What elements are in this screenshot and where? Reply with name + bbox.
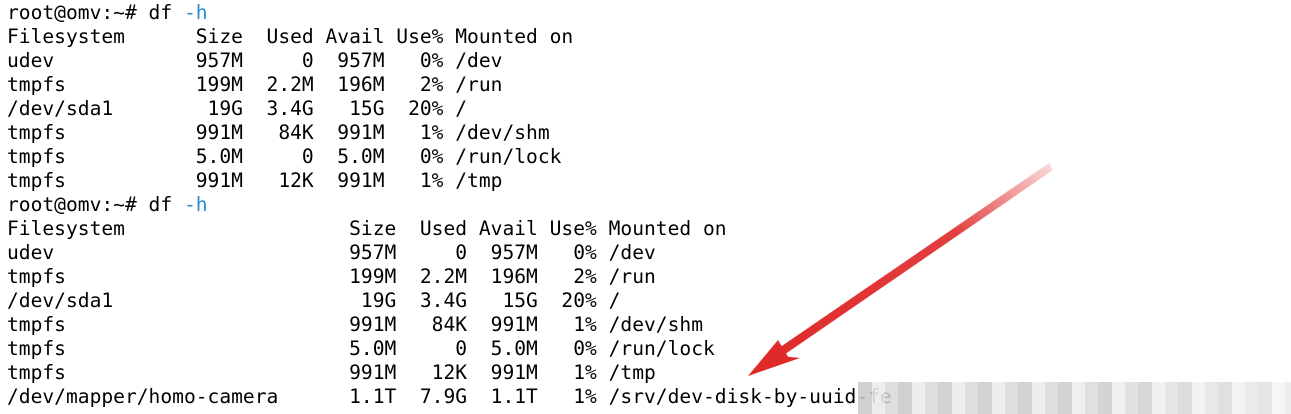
table-row: tmpfs 5.0M 0 5.0M 0% /run/lock — [7, 145, 1291, 169]
terminal-line-text: tmpfs 5.0M 0 5.0M 0% /run/lock — [7, 145, 562, 168]
table-row: /dev/sda1 19G 3.4G 15G 20% / — [7, 97, 1291, 121]
terminal-line: root@omv:~# df -h — [7, 1, 1291, 25]
terminal-line-text: udev 957M 0 957M 0% /dev — [7, 49, 503, 72]
command-flag: -h — [183, 1, 208, 24]
table-row: tmpfs 5.0M 0 5.0M 0% /run/lock — [7, 337, 1291, 361]
table-row: /dev/sda1 19G 3.4G 15G 20% / — [7, 289, 1291, 313]
terminal-line-text: /dev/mapper/homo-camera 1.1T 7.9G 1.1T 1… — [7, 385, 892, 408]
table-row: tmpfs 991M 12K 991M 1% /tmp — [7, 169, 1291, 193]
pixelated-redaction — [858, 382, 1291, 414]
terminal-line-text: root@omv:~# df — [7, 193, 184, 216]
terminal-line-text: /dev/sda1 19G 3.4G 15G 20% / — [7, 97, 468, 120]
terminal-line-text: tmpfs 991M 84K 991M 1% /dev/shm — [7, 313, 703, 336]
table-row: tmpfs 991M 84K 991M 1% /dev/shm — [7, 121, 1291, 145]
terminal-line-text: tmpfs 991M 12K 991M 1% /tmp — [7, 361, 656, 384]
table-row: tmpfs 991M 84K 991M 1% /dev/shm — [7, 313, 1291, 337]
terminal-line-text: Filesystem Size Used Avail Use% Mounted … — [7, 217, 727, 240]
terminal-line-text: tmpfs 991M 84K 991M 1% /dev/shm — [7, 121, 550, 144]
table-header: Filesystem Size Used Avail Use% Mounted … — [7, 217, 1291, 241]
table-row: udev 957M 0 957M 0% /dev — [7, 241, 1291, 265]
terminal-line-text: tmpfs 199M 2.2M 196M 2% /run — [7, 73, 503, 96]
terminal-line-text: /dev/sda1 19G 3.4G 15G 20% / — [7, 289, 621, 312]
table-row: tmpfs 199M 2.2M 196M 2% /run — [7, 73, 1291, 97]
terminal-line-text: udev 957M 0 957M 0% /dev — [7, 241, 656, 264]
table-row: tmpfs 199M 2.2M 196M 2% /run — [7, 265, 1291, 289]
terminal-line-text: Filesystem Size Used Avail Use% Mounted … — [7, 25, 574, 48]
command-flag: -h — [183, 193, 208, 216]
terminal-window[interactable]: root@omv:~# df -h Filesystem Size Used A… — [0, 0, 1291, 414]
table-row: udev 957M 0 957M 0% /dev — [7, 49, 1291, 73]
terminal-line-text: tmpfs 991M 12K 991M 1% /tmp — [7, 169, 503, 192]
terminal-line-text: root@omv:~# df — [7, 1, 184, 24]
table-header: Filesystem Size Used Avail Use% Mounted … — [7, 25, 1291, 49]
terminal-line-text: tmpfs 5.0M 0 5.0M 0% /run/lock — [7, 337, 715, 360]
terminal-line: root@omv:~# df -h — [7, 193, 1291, 217]
terminal-line-text: tmpfs 199M 2.2M 196M 2% /run — [7, 265, 656, 288]
